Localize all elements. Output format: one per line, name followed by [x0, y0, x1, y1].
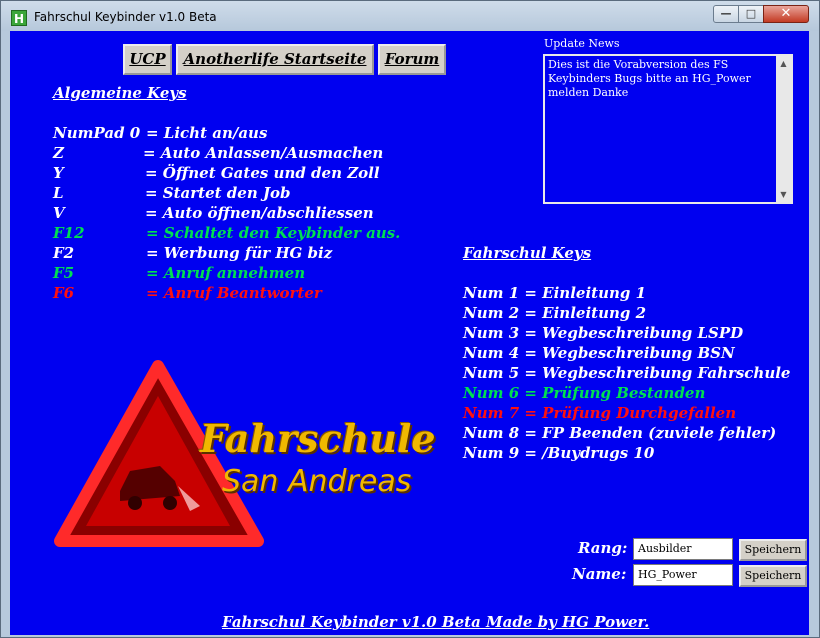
- school-key: Num 7 = Prüfung Durchgefallen: [463, 404, 737, 422]
- news-scrollbar[interactable]: ▲ ▼: [776, 56, 791, 202]
- title-bar[interactable]: H Fahrschul Keybinder v1.0 Beta — □ ✕: [1, 1, 819, 31]
- key-label: Z: [53, 144, 64, 162]
- key-label: F6: [53, 284, 75, 302]
- school-key: Num 5 = Wegbeschreibung Fahrschule: [463, 364, 791, 382]
- key-label: Y: [53, 164, 64, 182]
- rang-label: Rang:: [578, 539, 628, 557]
- fahrschule-logo: Fahrschule San Andreas: [50, 356, 436, 556]
- key-action: = Werbung für HG biz: [146, 244, 333, 262]
- key-action: = Anruf annehmen: [146, 264, 306, 282]
- school-key: Num 6 = Prüfung Bestanden: [463, 384, 706, 402]
- app-window: H Fahrschul Keybinder v1.0 Beta — □ ✕ UC…: [0, 0, 820, 638]
- key-label: V: [53, 204, 65, 222]
- school-keys-heading: Fahrschul Keys: [463, 244, 592, 262]
- name-save-button[interactable]: Speichern: [739, 565, 807, 587]
- app-icon: H: [11, 10, 27, 26]
- name-input[interactable]: HG_Power: [633, 564, 733, 586]
- key-label: L: [53, 184, 64, 202]
- key-action: = Anruf Beantworter: [146, 284, 322, 302]
- ucp-button[interactable]: UCP: [123, 44, 172, 75]
- footer-credit: Fahrschul Keybinder v1.0 Beta Made by HG…: [222, 613, 650, 631]
- close-button[interactable]: ✕: [763, 5, 809, 23]
- name-label: Name:: [572, 565, 627, 583]
- main-panel: UCP Anotherlife Startseite Forum Algemei…: [10, 31, 809, 635]
- rang-save-button[interactable]: Speichern: [739, 539, 807, 561]
- key-label: NumPad 0: [53, 124, 141, 142]
- key-label: F5: [53, 264, 75, 282]
- general-keys-heading: Algemeine Keys: [53, 84, 187, 102]
- news-textarea[interactable]: Dies ist die Vorabversion des FS Keybind…: [543, 54, 793, 204]
- school-key: Num 9 = /Buydrugs 10: [463, 444, 655, 462]
- key-label: F2: [53, 244, 75, 262]
- rang-input[interactable]: Ausbilder: [633, 538, 733, 560]
- window-title: Fahrschul Keybinder v1.0 Beta: [34, 10, 217, 24]
- scroll-up-icon[interactable]: ▲: [776, 56, 791, 71]
- news-text: Dies ist die Vorabversion des FS Keybind…: [548, 58, 751, 99]
- key-action: = Schaltet den Keybinder aus.: [146, 224, 401, 242]
- school-key: Num 4 = Wegbeschreibung BSN: [463, 344, 735, 362]
- forum-button[interactable]: Forum: [378, 44, 446, 75]
- key-action: = Licht an/aus: [146, 124, 268, 142]
- key-action: = Auto öffnen/abschliessen: [145, 204, 374, 222]
- school-key: Num 8 = FP Beenden (zuviele fehler): [463, 424, 777, 442]
- logo-subtitle: San Andreas: [222, 464, 412, 499]
- maximize-button[interactable]: □: [738, 5, 764, 23]
- key-label: F12: [53, 224, 85, 242]
- startseite-button[interactable]: Anotherlife Startseite: [176, 44, 374, 75]
- school-key: Num 1 = Einleitung 1: [463, 284, 647, 302]
- news-label: Update News: [544, 37, 620, 50]
- scroll-down-icon[interactable]: ▼: [776, 187, 791, 202]
- minimize-button[interactable]: —: [713, 5, 739, 23]
- key-action: = Startet den Job: [145, 184, 291, 202]
- logo-title: Fahrschule: [200, 416, 436, 461]
- school-key: Num 2 = Einleitung 2: [463, 304, 647, 322]
- key-action: = Öffnet Gates und den Zoll: [145, 164, 380, 182]
- school-key: Num 3 = Wegbeschreibung LSPD: [463, 324, 744, 342]
- key-action: = Auto Anlassen/Ausmachen: [143, 144, 384, 162]
